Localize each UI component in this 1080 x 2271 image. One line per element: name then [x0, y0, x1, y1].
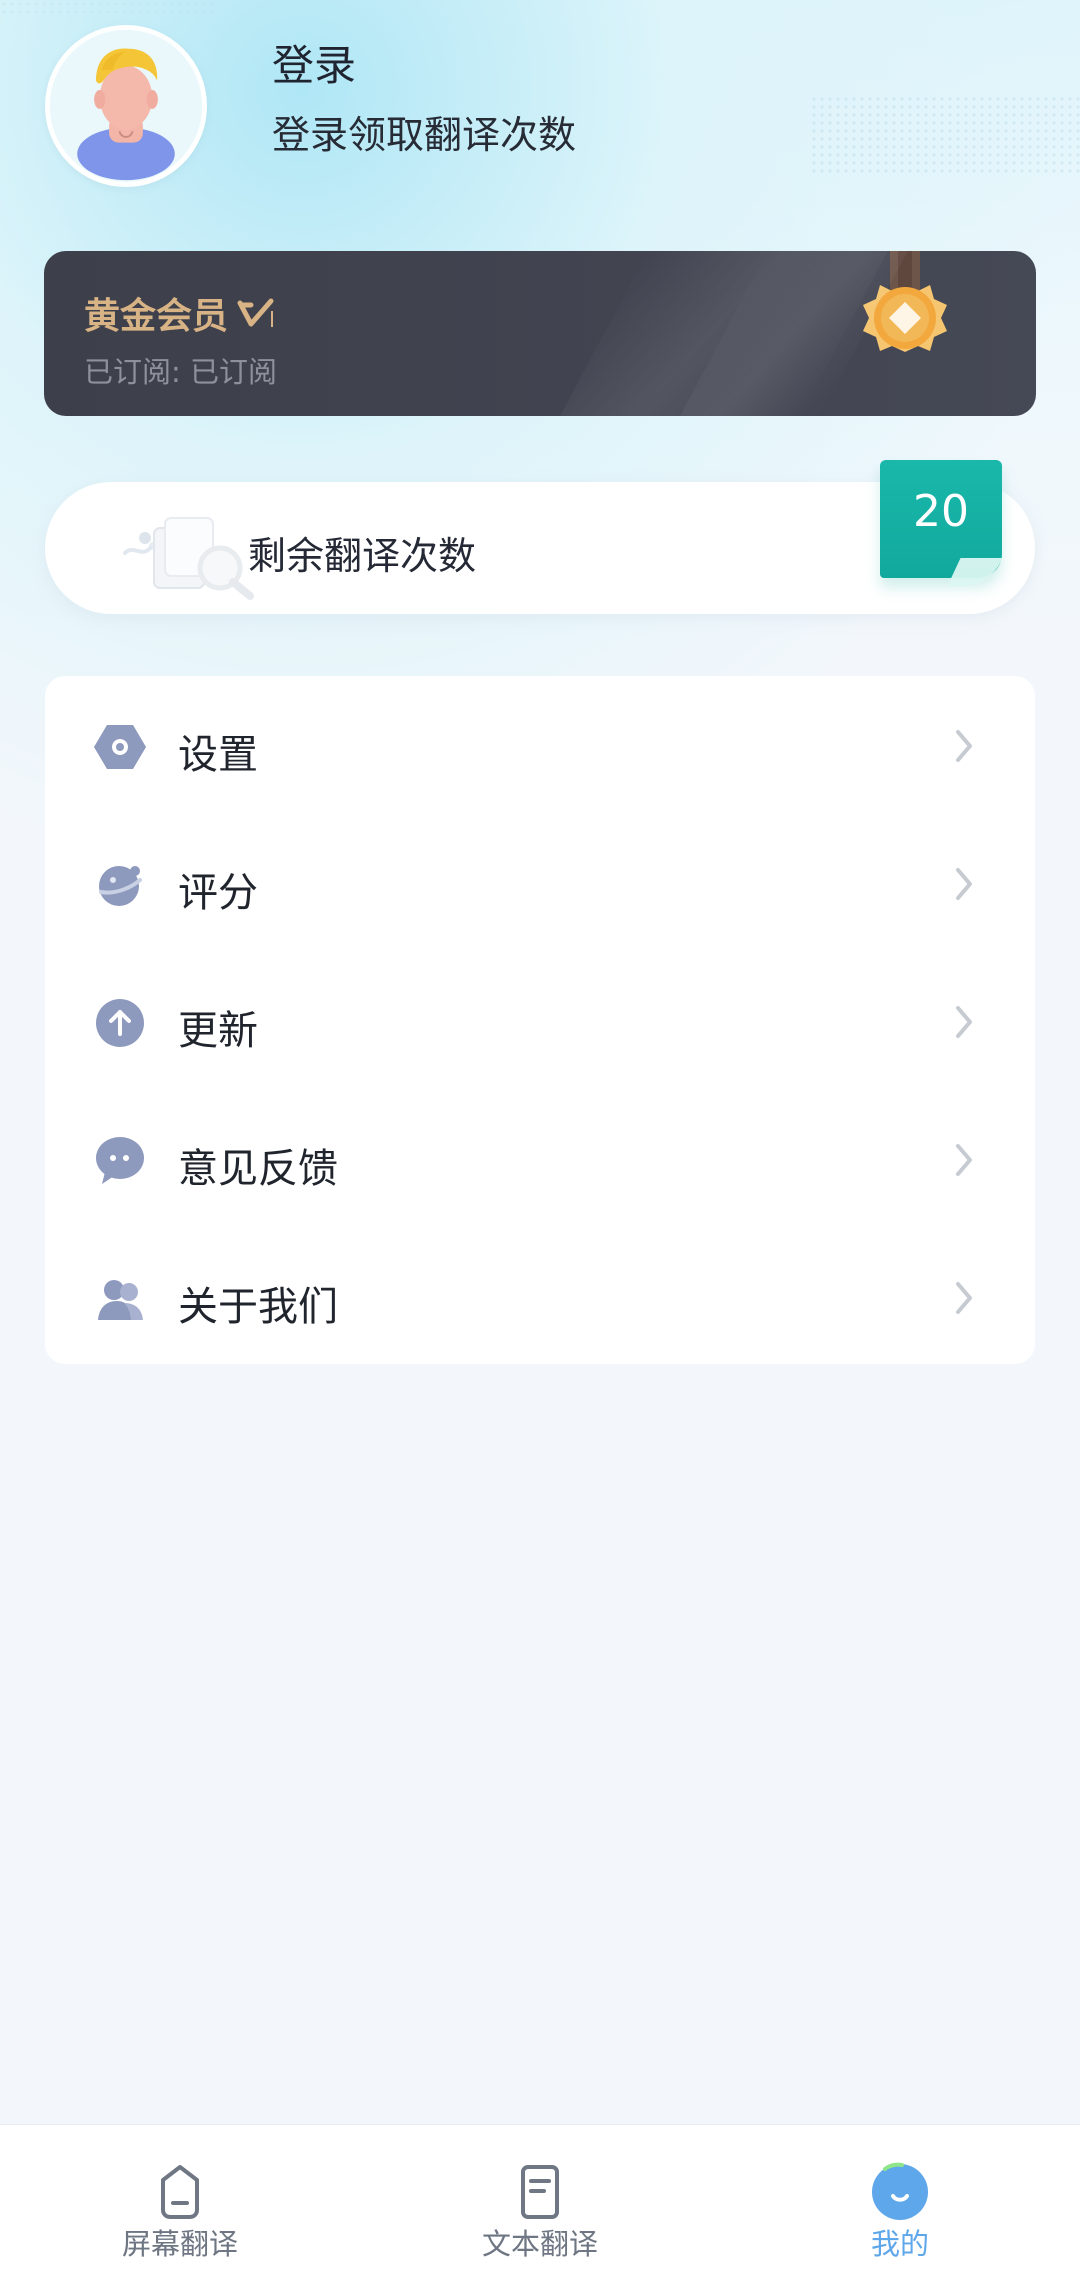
avatar[interactable] [45, 25, 207, 187]
menu-label-settings: 设置 [178, 732, 258, 778]
text-translate-icon [521, 2165, 559, 2219]
tab-screen-translate[interactable]: 屏幕翻译 [60, 2125, 300, 2271]
screen-translate-icon [161, 2165, 199, 2219]
user-avatar-icon [50, 30, 202, 182]
decorative-dots-top [0, 0, 220, 18]
tab-screen-translate-label: 屏幕翻译 [121, 2227, 238, 2261]
menu-item-feedback[interactable]: 意见反馈 [45, 1090, 1035, 1228]
tab-profile-label: 我的 [870, 2227, 929, 2261]
settings-icon [94, 725, 146, 769]
translation-count-badge: 20 [880, 460, 1002, 578]
menu-label-update: 更新 [178, 1008, 258, 1054]
membership-status: 已订阅: 已订阅 [84, 355, 277, 389]
feedback-icon [96, 1137, 144, 1184]
rating-icon [99, 866, 142, 906]
chevron-right-icon [956, 868, 972, 900]
menu-card: 设置 评分 更新 意见反馈 关于我们 [45, 676, 1035, 1364]
update-icon [96, 999, 144, 1047]
profile-tab-icon [872, 2162, 928, 2220]
menu-item-about[interactable]: 关于我们 [45, 1228, 1035, 1366]
membership-title: 黄金会员 [84, 296, 229, 337]
menu-item-update[interactable]: 更新 [45, 952, 1035, 1090]
login-title[interactable]: 登录 [272, 42, 356, 89]
gold-medal-icon [863, 251, 947, 352]
chevron-right-icon [956, 1282, 972, 1314]
menu-label-rating: 评分 [178, 870, 258, 916]
decorative-dots [810, 95, 1080, 175]
bottom-navigation: 屏幕翻译 文本翻译 我的 [0, 2124, 1080, 2271]
membership-title-row: 黄金会员 [84, 287, 276, 339]
translation-count-value: 20 [913, 486, 969, 537]
about-icon [98, 1280, 143, 1320]
menu-label-about: 关于我们 [178, 1284, 338, 1330]
menu-label-feedback: 意见反馈 [178, 1146, 338, 1192]
membership-check-icon [237, 298, 274, 327]
translation-count-card[interactable]: 剩余翻译次数 20 [45, 460, 1035, 614]
tab-text-translate-label: 文本翻译 [481, 2227, 598, 2261]
tab-profile[interactable]: 我的 [780, 2125, 1020, 2271]
tab-text-translate[interactable]: 文本翻译 [420, 2125, 660, 2271]
menu-item-rating[interactable]: 评分 [45, 814, 1035, 952]
menu-item-settings[interactable]: 设置 [45, 676, 1035, 814]
profile-header[interactable]: 登录 登录领取翻译次数 [45, 25, 576, 195]
chevron-right-icon [956, 1006, 972, 1038]
login-subtitle[interactable]: 登录领取翻译次数 [272, 114, 576, 157]
page: 登录 登录领取翻译次数 黄金会员 已订阅: 已订阅 剩余翻译次数 20 设置 评… [0, 0, 1080, 2271]
chevron-right-icon [956, 1144, 972, 1176]
remaining-translations-label: 剩余翻译次数 [248, 534, 477, 578]
gold-membership-card[interactable]: 黄金会员 已订阅: 已订阅 [44, 251, 1036, 416]
chevron-right-icon [956, 730, 972, 762]
